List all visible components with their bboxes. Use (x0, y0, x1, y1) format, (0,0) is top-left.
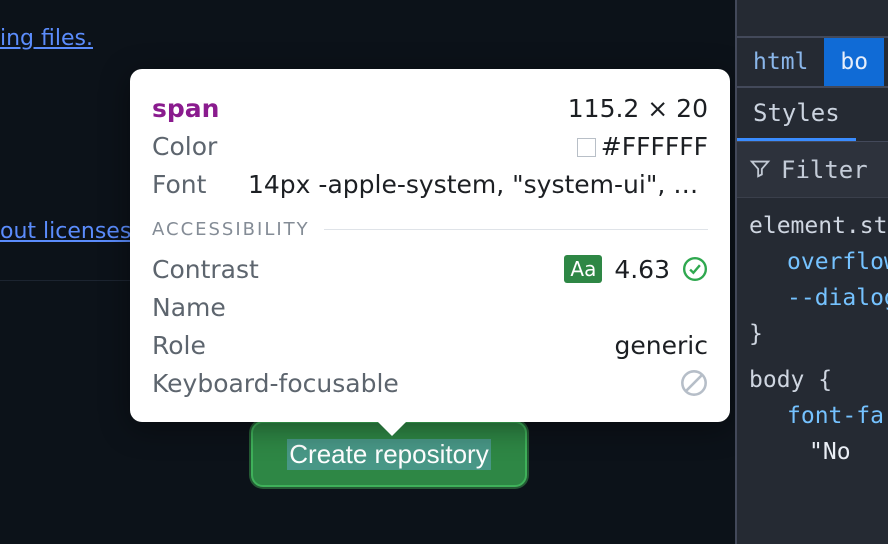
role-label: Role (152, 331, 206, 360)
brace-close: } (749, 316, 876, 352)
filter-input[interactable]: Filter (781, 156, 868, 184)
element-tag-name: span (152, 94, 219, 123)
devtools-panel: html bo Styles Filter element.st overflo… (735, 0, 888, 544)
css-prop-font-family[interactable]: font-fa (749, 398, 876, 434)
check-circle-icon (682, 256, 708, 282)
css-value-noto: "No (749, 434, 876, 470)
font-value: 14px -apple-system, "system-ui", "Se... (248, 170, 708, 199)
crumb-body[interactable]: bo (824, 38, 884, 86)
keyboard-focusable-label: Keyboard-focusable (152, 369, 399, 398)
element-dimensions: 115.2 × 20 (568, 94, 708, 123)
color-swatch (577, 138, 596, 157)
styles-filter-row: Filter (737, 142, 888, 198)
devtools-toolbar (737, 0, 888, 38)
crumb-html[interactable]: html (737, 38, 824, 86)
accessibility-section-label: ACCESSIBILITY (152, 219, 708, 240)
tab-styles[interactable]: Styles (737, 88, 856, 141)
element-breadcrumbs: html bo (737, 38, 888, 88)
contrast-badge: Aa (564, 255, 602, 283)
css-prop-overflow[interactable]: overflow (749, 244, 876, 280)
color-label: Color (152, 132, 217, 161)
styles-body: element.st overflow --dialog } body { fo… (737, 198, 888, 480)
name-label: Name (152, 293, 226, 322)
filter-icon (749, 157, 771, 183)
contrast-value-group: Aa 4.63 (564, 255, 708, 284)
body-selector[interactable]: body { (749, 362, 876, 398)
color-value: #FFFFFF (577, 132, 708, 161)
font-label: Font (152, 170, 206, 199)
button-label: Create repository (287, 439, 490, 470)
devtools-tabs: Styles (737, 88, 888, 142)
about-licenses-link[interactable]: out licenses. (0, 219, 138, 244)
contrast-label: Contrast (152, 255, 259, 284)
contrast-value: 4.63 (614, 255, 670, 284)
element-style-selector[interactable]: element.st (749, 208, 876, 244)
existing-files-link[interactable]: ing files. (0, 26, 93, 51)
inspect-tooltip: span 115.2 × 20 Color #FFFFFF Font 14px … (130, 69, 730, 422)
css-prop-dialog[interactable]: --dialog (749, 280, 876, 316)
ban-icon (680, 369, 708, 397)
role-value: generic (615, 331, 708, 360)
